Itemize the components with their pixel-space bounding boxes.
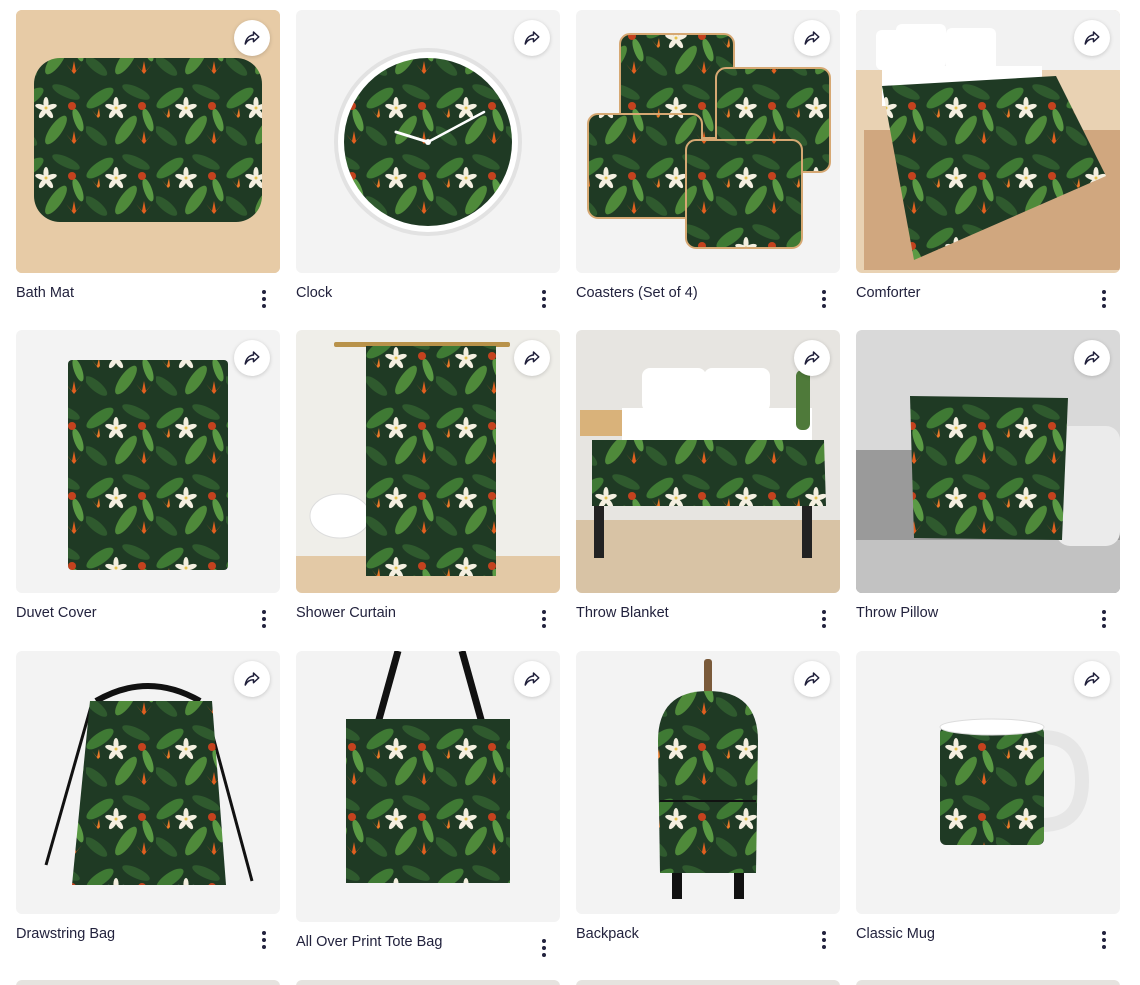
product-image[interactable]: [296, 10, 560, 273]
share-icon: [524, 31, 540, 45]
more-vertical-icon[interactable]: [256, 929, 272, 951]
more-vertical-icon[interactable]: [256, 608, 272, 630]
product-card-backpack[interactable]: Backpack: [576, 651, 840, 949]
next-row-card-peek: [16, 980, 280, 985]
product-title[interactable]: Drawstring Bag: [16, 926, 115, 942]
product-title[interactable]: All Over Print Tote Bag: [296, 934, 442, 950]
share-icon: [804, 672, 820, 686]
share-icon: [524, 351, 540, 365]
share-button[interactable]: [1074, 340, 1110, 376]
product-title[interactable]: Clock: [296, 285, 332, 301]
product-image[interactable]: [296, 330, 560, 593]
product-card-shower-curtain[interactable]: Shower Curtain: [296, 330, 560, 628]
share-icon: [804, 351, 820, 365]
product-title[interactable]: Throw Pillow: [856, 605, 938, 621]
product-image[interactable]: [576, 10, 840, 273]
product-card-throw-pillow[interactable]: Throw Pillow: [856, 330, 1120, 628]
share-icon: [524, 672, 540, 686]
product-card-drawstring-bag[interactable]: Drawstring Bag: [16, 651, 280, 949]
share-button[interactable]: [794, 20, 830, 56]
product-label-row: Duvet Cover: [16, 604, 280, 634]
share-button[interactable]: [794, 661, 830, 697]
product-card-coasters[interactable]: Coasters (Set of 4): [576, 10, 840, 308]
product-image[interactable]: [296, 651, 560, 922]
product-label-row: Coasters (Set of 4): [576, 284, 840, 314]
product-label-row: Throw Blanket: [576, 604, 840, 634]
more-vertical-icon[interactable]: [1096, 929, 1112, 951]
product-card-bath-mat[interactable]: Bath Mat: [16, 10, 280, 308]
more-vertical-icon[interactable]: [536, 288, 552, 310]
product-label-row: Bath Mat: [16, 284, 280, 314]
product-card-classic-mug[interactable]: Classic Mug: [856, 651, 1120, 949]
product-title[interactable]: Shower Curtain: [296, 605, 396, 621]
product-label-row: Clock: [296, 284, 560, 314]
more-vertical-icon[interactable]: [816, 288, 832, 310]
share-icon: [1084, 672, 1100, 686]
product-title[interactable]: Duvet Cover: [16, 605, 97, 621]
product-title[interactable]: Classic Mug: [856, 926, 935, 942]
more-vertical-icon[interactable]: [1096, 608, 1112, 630]
more-vertical-icon[interactable]: [536, 937, 552, 959]
share-button[interactable]: [234, 661, 270, 697]
product-label-row: Classic Mug: [856, 925, 1120, 955]
product-image[interactable]: [856, 330, 1120, 593]
share-button[interactable]: [234, 20, 270, 56]
product-card-throw-blanket[interactable]: Throw Blanket: [576, 330, 840, 628]
next-row-card-peek: [576, 980, 840, 985]
product-title[interactable]: Throw Blanket: [576, 605, 669, 621]
more-vertical-icon[interactable]: [1096, 288, 1112, 310]
more-vertical-icon[interactable]: [816, 608, 832, 630]
more-vertical-icon[interactable]: [816, 929, 832, 951]
product-image[interactable]: [576, 330, 840, 593]
product-image[interactable]: [16, 651, 280, 914]
share-icon: [244, 31, 260, 45]
product-card-tote-bag[interactable]: All Over Print Tote Bag: [296, 651, 560, 957]
next-row-card-peek: [856, 980, 1120, 985]
product-card-clock[interactable]: Clock: [296, 10, 560, 308]
product-image[interactable]: [856, 651, 1120, 914]
product-label-row: All Over Print Tote Bag: [296, 933, 560, 963]
product-image[interactable]: [16, 10, 280, 273]
product-card-comforter[interactable]: Comforter: [856, 10, 1120, 308]
more-vertical-icon[interactable]: [256, 288, 272, 310]
share-button[interactable]: [514, 20, 550, 56]
share-icon: [244, 351, 260, 365]
share-icon: [1084, 351, 1100, 365]
product-label-row: Comforter: [856, 284, 1120, 314]
share-button[interactable]: [1074, 20, 1110, 56]
product-card-duvet-cover[interactable]: Duvet Cover: [16, 330, 280, 628]
share-button[interactable]: [794, 340, 830, 376]
share-button[interactable]: [1074, 661, 1110, 697]
share-button[interactable]: [234, 340, 270, 376]
share-icon: [1084, 31, 1100, 45]
product-title[interactable]: Comforter: [856, 285, 920, 301]
product-image[interactable]: [16, 330, 280, 593]
product-label-row: Throw Pillow: [856, 604, 1120, 634]
product-label-row: Drawstring Bag: [16, 925, 280, 955]
share-button[interactable]: [514, 340, 550, 376]
share-button[interactable]: [514, 661, 550, 697]
product-label-row: Backpack: [576, 925, 840, 955]
product-label-row: Shower Curtain: [296, 604, 560, 634]
product-image[interactable]: [856, 10, 1120, 273]
product-title[interactable]: Coasters (Set of 4): [576, 285, 698, 301]
product-title[interactable]: Bath Mat: [16, 285, 74, 301]
next-row-card-peek: [296, 980, 560, 985]
more-vertical-icon[interactable]: [536, 608, 552, 630]
share-icon: [244, 672, 260, 686]
share-icon: [804, 31, 820, 45]
product-title[interactable]: Backpack: [576, 926, 639, 942]
product-image[interactable]: [576, 651, 840, 914]
